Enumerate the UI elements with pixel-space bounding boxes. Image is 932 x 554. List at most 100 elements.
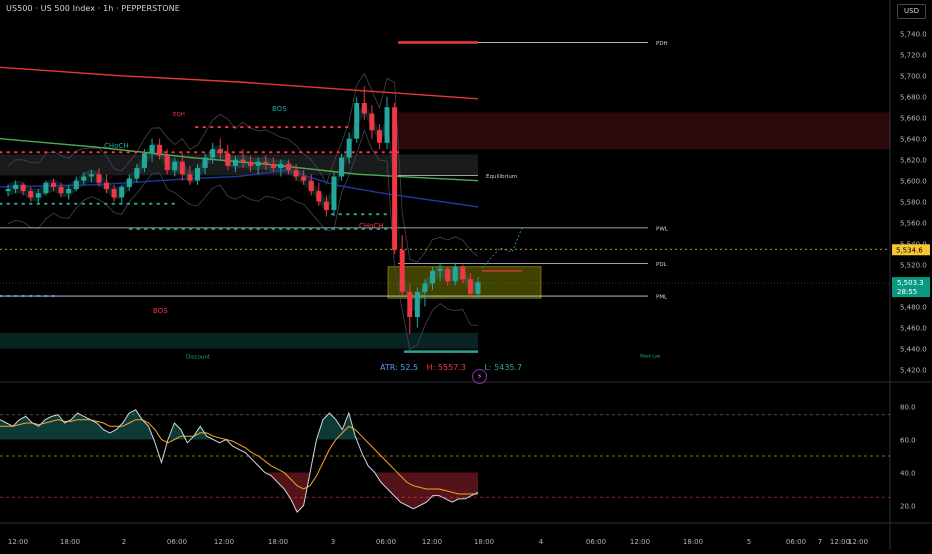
structure-label-choch-right: CHoCH [359,222,384,230]
candle-body[interactable] [323,201,329,211]
candle-body[interactable] [331,176,337,211]
candle-body[interactable] [293,170,299,177]
time-tick: 12:00 [214,538,234,546]
candle-body[interactable] [50,182,56,187]
candle-body[interactable] [270,163,276,169]
candle-body[interactable] [210,149,216,158]
high-readout: H: 5557.3 [426,363,466,372]
candle-body[interactable] [66,189,72,194]
candle-body[interactable] [81,176,87,181]
candle-body[interactable] [164,155,170,171]
candle-body[interactable] [316,191,322,202]
candle-body[interactable] [13,184,19,190]
candle-body[interactable] [73,180,79,190]
chart-stats: ATR: 52.5 H: 5557.3 L: 5435.7 [380,363,528,372]
candle-body[interactable] [354,102,360,139]
price-tick: 5,580.0 [900,199,927,207]
price-tick: 5,700.0 [900,73,927,81]
candle-body[interactable] [88,174,94,177]
candle-body[interactable] [422,283,428,292]
price-tick: 5,560.0 [900,220,927,228]
candle-body[interactable] [58,186,64,194]
candle-body[interactable] [96,174,102,183]
candle-body[interactable] [232,159,238,166]
candle-body[interactable] [141,153,147,169]
level-label-pdl: PDL [656,262,668,268]
candle-body[interactable] [157,144,163,156]
candle-body[interactable] [119,186,125,198]
candle-body[interactable] [195,168,201,181]
time-tick: 12:00 [8,538,28,546]
candle-body[interactable] [430,270,436,284]
candle-body[interactable] [339,157,345,177]
candle-body[interactable] [301,176,307,181]
candle-body[interactable] [407,291,413,318]
candle-body[interactable] [399,249,405,292]
candle-body[interactable] [104,182,110,190]
candle-body[interactable] [225,153,231,166]
structure-label-bos-left: BOS [153,307,168,315]
dashed-price-badge: 5,534.6 [896,246,923,254]
countdown-timer: 28:55 [897,288,917,296]
oscillator-tick: 60.0 [900,437,916,445]
candle-body[interactable] [308,180,314,192]
candle-body[interactable] [149,144,155,154]
candle-body[interactable] [361,102,367,114]
candle-body[interactable] [172,161,178,171]
price-tick: 5,440.0 [900,346,927,354]
chart-canvas[interactable]: PDH Equilibrium PWL PDL PML Discount Weak Low E… [0,0,932,550]
candle-body[interactable] [217,149,223,154]
candle-body[interactable] [255,161,261,166]
trading-chart[interactable]: PDH Equilibrium PWL PDL PML Discount Weak Low E… [0,0,932,550]
time-tick: 2 [122,538,126,546]
candle-body[interactable] [202,157,208,169]
candle-body[interactable] [460,266,466,280]
candle-body[interactable] [179,161,185,175]
candle-body[interactable] [437,268,443,271]
candle-body[interactable] [187,174,193,181]
candle-body[interactable] [20,184,26,192]
time-tick: 06:00 [586,538,606,546]
candle-body[interactable] [28,191,34,198]
candle-body[interactable] [240,159,246,162]
candle-body[interactable] [285,163,291,171]
moving-average-1 [0,66,479,100]
level-label-pdh: PDH [656,41,668,47]
candle-body[interactable] [452,266,458,282]
price-tick: 5,680.0 [900,94,927,102]
candle-body[interactable] [35,193,41,198]
time-tick: 06:00 [786,538,806,546]
candle-body[interactable] [346,138,352,158]
candle-body[interactable] [43,182,49,194]
candle-body[interactable] [126,178,132,187]
candle-body[interactable] [467,279,473,294]
time-tick: 06:00 [167,538,187,546]
symbol-title[interactable]: US500 · US 500 Index · 1h · PEPPERSTONE [6,4,180,13]
candle-body[interactable] [5,189,11,192]
last-price-badge: 5,503.3 [897,279,924,287]
candle-body[interactable] [111,189,117,198]
level-label-equilibrium: Equilibrium [486,174,517,180]
currency-button[interactable]: USD [897,4,926,19]
candle-body[interactable] [263,161,269,164]
price-tick: 5,720.0 [900,52,927,60]
candle-body[interactable] [134,168,140,179]
candle-body[interactable] [445,268,451,282]
time-tick: 18:00 [60,538,80,546]
level-label-discount: Discount [186,354,211,360]
candle-body[interactable] [392,107,398,250]
candle-body[interactable] [475,282,481,294]
candle-body[interactable] [278,163,284,169]
level-label-pwl: PWL [656,226,669,232]
candle-body[interactable] [414,291,420,318]
price-tick: 5,660.0 [900,115,927,123]
flash-icon[interactable]: ⚡ [472,369,487,384]
price-tick: 5,600.0 [900,178,927,186]
price-tick: 5,520.0 [900,262,927,270]
candle-body[interactable] [376,130,382,143]
candle-body[interactable] [384,107,390,143]
price-tick: 5,420.0 [900,367,927,375]
candle-body[interactable] [248,161,254,166]
candle-body[interactable] [369,113,375,131]
projection-arrow [481,227,523,269]
